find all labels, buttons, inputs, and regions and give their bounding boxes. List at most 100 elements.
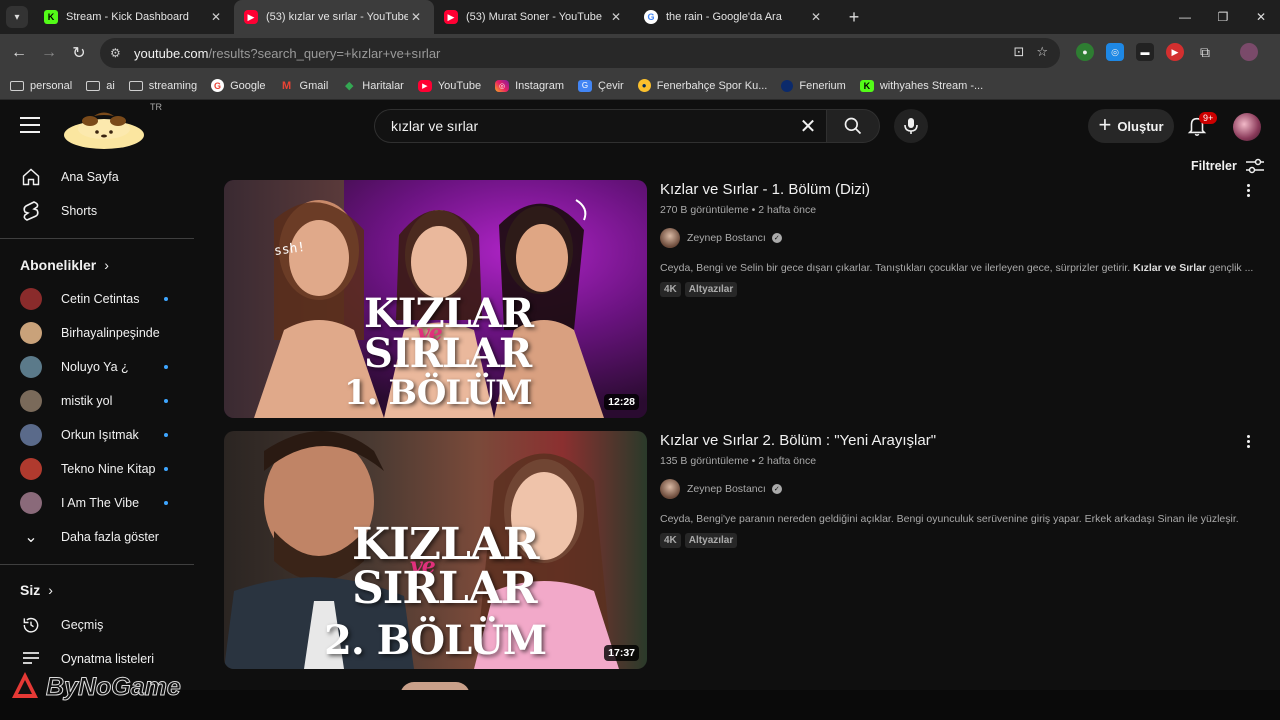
- video-thumbnail[interactable]: ssh! KIZLAR ve SIRLAR 1. BÖLÜM 12:28: [224, 180, 647, 418]
- sidebar-item-subscription[interactable]: Cetin Cetintas: [0, 282, 194, 316]
- bookmark-youtube[interactable]: ▶ YouTube: [417, 79, 481, 92]
- gmail-icon: M: [281, 79, 292, 92]
- bookmark-translate[interactable]: G Çevir: [578, 79, 624, 92]
- extension-icon[interactable]: ▬: [1136, 43, 1154, 61]
- folder-icon: [86, 80, 101, 91]
- video-duration: 12:28: [604, 394, 639, 410]
- sidebar-item-history[interactable]: Geçmiş: [0, 608, 194, 642]
- fenerbahce-icon: ●: [637, 79, 651, 92]
- reload-button[interactable]: ↻: [64, 38, 94, 68]
- sidebar-item-subscription[interactable]: Tekno Nine Kitap: [0, 452, 194, 486]
- extensions-puzzle-icon[interactable]: ⧉: [1196, 43, 1214, 61]
- bookmark-star-icon[interactable]: ☆: [1036, 44, 1048, 60]
- video-title[interactable]: Kızlar ve Sırlar 2. Bölüm : "Yeni Arayış…: [660, 431, 1240, 451]
- tab-title: (53) kızlar ve sırlar - YouTube: [266, 11, 408, 23]
- close-tab-icon[interactable]: ✕: [208, 10, 224, 24]
- plus-icon: +: [1098, 112, 1112, 137]
- sidebar-item-subscription[interactable]: Orkun Işıtmak: [0, 418, 194, 452]
- channel-link[interactable]: Zeynep Bostancı ✓: [660, 479, 1240, 499]
- search-bar: kızlar ve sırlar ✕: [374, 109, 880, 143]
- notification-badge: 9+: [1199, 112, 1218, 124]
- site-info-icon[interactable]: ⚙: [110, 46, 130, 60]
- thumbnail-episode: 1. BÖLÜM: [344, 373, 533, 413]
- new-content-dot: [164, 433, 168, 437]
- video-badges: 4K Altyazılar: [660, 282, 1240, 297]
- extension-icon[interactable]: ▶: [1166, 43, 1184, 61]
- region-badge: TR: [150, 102, 162, 112]
- channel-avatar: [660, 228, 680, 248]
- video-title[interactable]: Kızlar ve Sırlar - 1. Bölüm (Dizi): [660, 180, 1240, 200]
- channel-avatar: [20, 458, 42, 480]
- extension-icon[interactable]: ●: [1076, 43, 1094, 61]
- voice-search-button[interactable]: [894, 109, 928, 143]
- channel-avatar: [20, 356, 42, 378]
- google-icon: G: [644, 10, 658, 24]
- sidebar-divider: [0, 238, 194, 239]
- restore-icon[interactable]: ❐: [1204, 0, 1242, 34]
- sidebar-item-subscription[interactable]: I Am The Vibe: [0, 486, 194, 520]
- forward-button[interactable]: →: [34, 38, 64, 68]
- badge-4k: 4K: [660, 533, 681, 548]
- video-result: ssh! KIZLAR ve SIRLAR 1. BÖLÜM 12:28 Kız…: [224, 180, 1264, 418]
- profile-avatar[interactable]: [1240, 43, 1258, 61]
- browser-tab[interactable]: ▶ (53) Murat Soner - YouTube ✕: [434, 0, 634, 34]
- more-actions-icon[interactable]: [1244, 180, 1252, 200]
- bookmark-personal[interactable]: personal: [10, 80, 72, 92]
- video-thumbnail[interactable]: KIZLAR ve SIRLAR 2. BÖLÜM 17:37: [224, 431, 647, 669]
- search-input[interactable]: kızlar ve sırlar: [374, 109, 790, 143]
- new-content-dot: [164, 467, 168, 471]
- account-avatar[interactable]: [1233, 113, 1261, 141]
- sidebar-item-subscription[interactable]: Noluyo Ya ¿: [0, 350, 194, 384]
- bookmark-withyahes[interactable]: Kwithyahes Stream -...: [859, 79, 983, 92]
- tab-search-button[interactable]: ▾: [6, 6, 28, 28]
- youtube-header: TR kızlar ve sırlar ✕ + Oluştur 9+: [0, 101, 1280, 151]
- show-more-button[interactable]: ⌄ Daha fazla göster: [0, 520, 194, 554]
- close-tab-icon[interactable]: ✕: [808, 10, 824, 24]
- bookmark-instagram[interactable]: ◎ Instagram: [495, 79, 564, 92]
- sidebar-item-subscription[interactable]: mistik yol: [0, 384, 194, 418]
- bookmark-fenerbahce[interactable]: ● Fenerbahçe Spor Ku...: [637, 79, 767, 92]
- more-actions-icon[interactable]: [1244, 431, 1252, 451]
- filters-button[interactable]: Filtreler: [1191, 158, 1265, 174]
- youtube-logo[interactable]: [62, 111, 146, 151]
- browser-tab[interactable]: K Stream - Kick Dashboard ✕: [34, 0, 234, 34]
- thumbnail-title-line2: SIRLAR: [352, 563, 538, 614]
- new-content-dot: [164, 501, 168, 505]
- badge-subtitles: Altyazılar: [684, 282, 738, 297]
- bookmark-maps[interactable]: ◆ Haritalar: [342, 80, 404, 93]
- new-tab-button[interactable]: +: [842, 7, 866, 28]
- close-tab-icon[interactable]: ✕: [408, 10, 424, 24]
- bynogame-logo-icon: [12, 672, 38, 698]
- browser-tab-active[interactable]: ▶ (53) kızlar ve sırlar - YouTube ✕: [234, 0, 434, 34]
- bookmark-streaming[interactable]: streaming: [128, 80, 197, 92]
- channel-avatar: [20, 492, 42, 514]
- subscriptions-heading[interactable]: Abonelikler ›: [20, 257, 109, 273]
- sidebar-item-subscription[interactable]: Birhayalinpeşinde: [0, 316, 194, 350]
- bookmark-google[interactable]: G Google: [211, 79, 266, 92]
- create-button[interactable]: + Oluştur: [1088, 109, 1174, 143]
- channel-avatar: [20, 288, 42, 310]
- folder-icon: [10, 80, 24, 91]
- close-tab-icon[interactable]: ✕: [608, 10, 624, 24]
- thumbnail-episode: 2. BÖLÜM: [324, 617, 547, 664]
- address-bar[interactable]: ⚙ youtube.com/results?search_query=+kızl…: [100, 38, 1060, 68]
- search-button[interactable]: [826, 109, 880, 143]
- browser-tab[interactable]: G the rain - Google'da Ara ✕: [634, 0, 834, 34]
- video-meta: 135 B görüntüleme • 2 hafta önce: [660, 455, 817, 467]
- bookmark-gmail[interactable]: M Gmail: [280, 79, 328, 92]
- you-heading[interactable]: Siz ›: [20, 582, 53, 598]
- close-window-icon[interactable]: ✕: [1242, 0, 1280, 34]
- channel-link[interactable]: Zeynep Bostancı ✓: [660, 228, 1240, 248]
- history-icon: [20, 614, 42, 636]
- folder-icon: [128, 80, 143, 91]
- clear-search-icon[interactable]: ✕: [790, 109, 826, 143]
- minimize-icon[interactable]: —: [1166, 0, 1204, 34]
- install-app-icon[interactable]: ⊡: [1013, 44, 1024, 60]
- bookmark-ai[interactable]: ai: [86, 80, 115, 92]
- extension-icon[interactable]: ◎: [1106, 43, 1124, 61]
- bookmark-fenerium[interactable]: Fenerium: [781, 79, 846, 92]
- sidebar-item-shorts[interactable]: Shorts: [0, 194, 194, 228]
- menu-icon[interactable]: [20, 117, 40, 133]
- sidebar-item-home[interactable]: Ana Sayfa: [0, 160, 194, 194]
- back-button[interactable]: ←: [4, 38, 34, 68]
